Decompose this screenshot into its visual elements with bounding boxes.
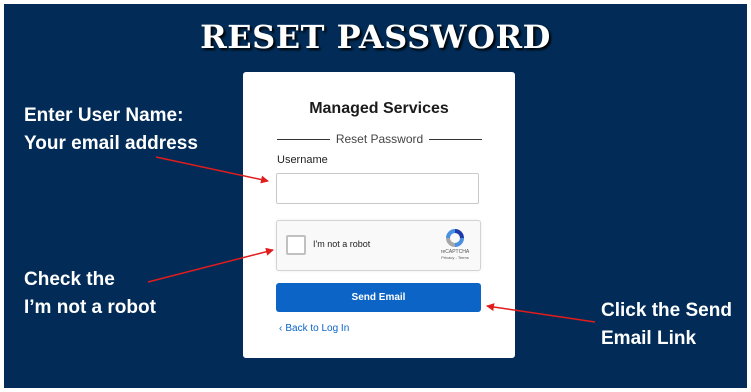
- recaptcha-label: I'm not a robot: [313, 239, 371, 249]
- slide-title: RESET PASSWORD: [200, 18, 551, 56]
- reset-password-card: Managed Services Reset Password Username…: [243, 72, 515, 358]
- slide: RESET PASSWORD Enter User Name: Your ema…: [0, 0, 751, 392]
- section-divider: Reset Password: [277, 131, 482, 147]
- callout-username: Enter User Name: Your email address: [24, 102, 198, 158]
- callout-line: I’m not a robot: [24, 297, 156, 318]
- callout-robot: Check the I’m not a robot: [24, 266, 156, 322]
- card-title: Managed Services: [309, 100, 449, 117]
- recaptcha-logo-icon: [446, 229, 464, 247]
- callout-line: Your email address: [24, 133, 198, 154]
- callout-line: Check the: [24, 269, 115, 290]
- recaptcha-privacy-links[interactable]: Privacy - Terms: [433, 255, 477, 260]
- callout-line: Click the Send: [601, 300, 732, 321]
- callout-line: Enter User Name:: [24, 105, 184, 126]
- username-input[interactable]: [276, 173, 479, 204]
- divider-line-left: [277, 138, 330, 140]
- recaptcha-logo: reCAPTCHA Privacy - Terms: [433, 227, 477, 260]
- callout-line: Email Link: [601, 328, 697, 349]
- recaptcha-checkbox[interactable]: [286, 235, 306, 255]
- divider-line-right: [429, 138, 482, 140]
- send-email-button[interactable]: Send Email: [276, 283, 481, 312]
- callout-send: Click the Send Email Link: [601, 297, 732, 353]
- recaptcha-widget: I'm not a robot reCAPTCHA Privacy - Term…: [276, 220, 481, 271]
- chevron-left-icon: ‹: [279, 323, 283, 334]
- username-label: Username: [277, 154, 328, 166]
- back-to-login-link[interactable]: ‹ Back to Log In: [279, 323, 349, 334]
- section-label: Reset Password: [335, 132, 424, 146]
- back-link-label: Back to Log In: [285, 323, 350, 334]
